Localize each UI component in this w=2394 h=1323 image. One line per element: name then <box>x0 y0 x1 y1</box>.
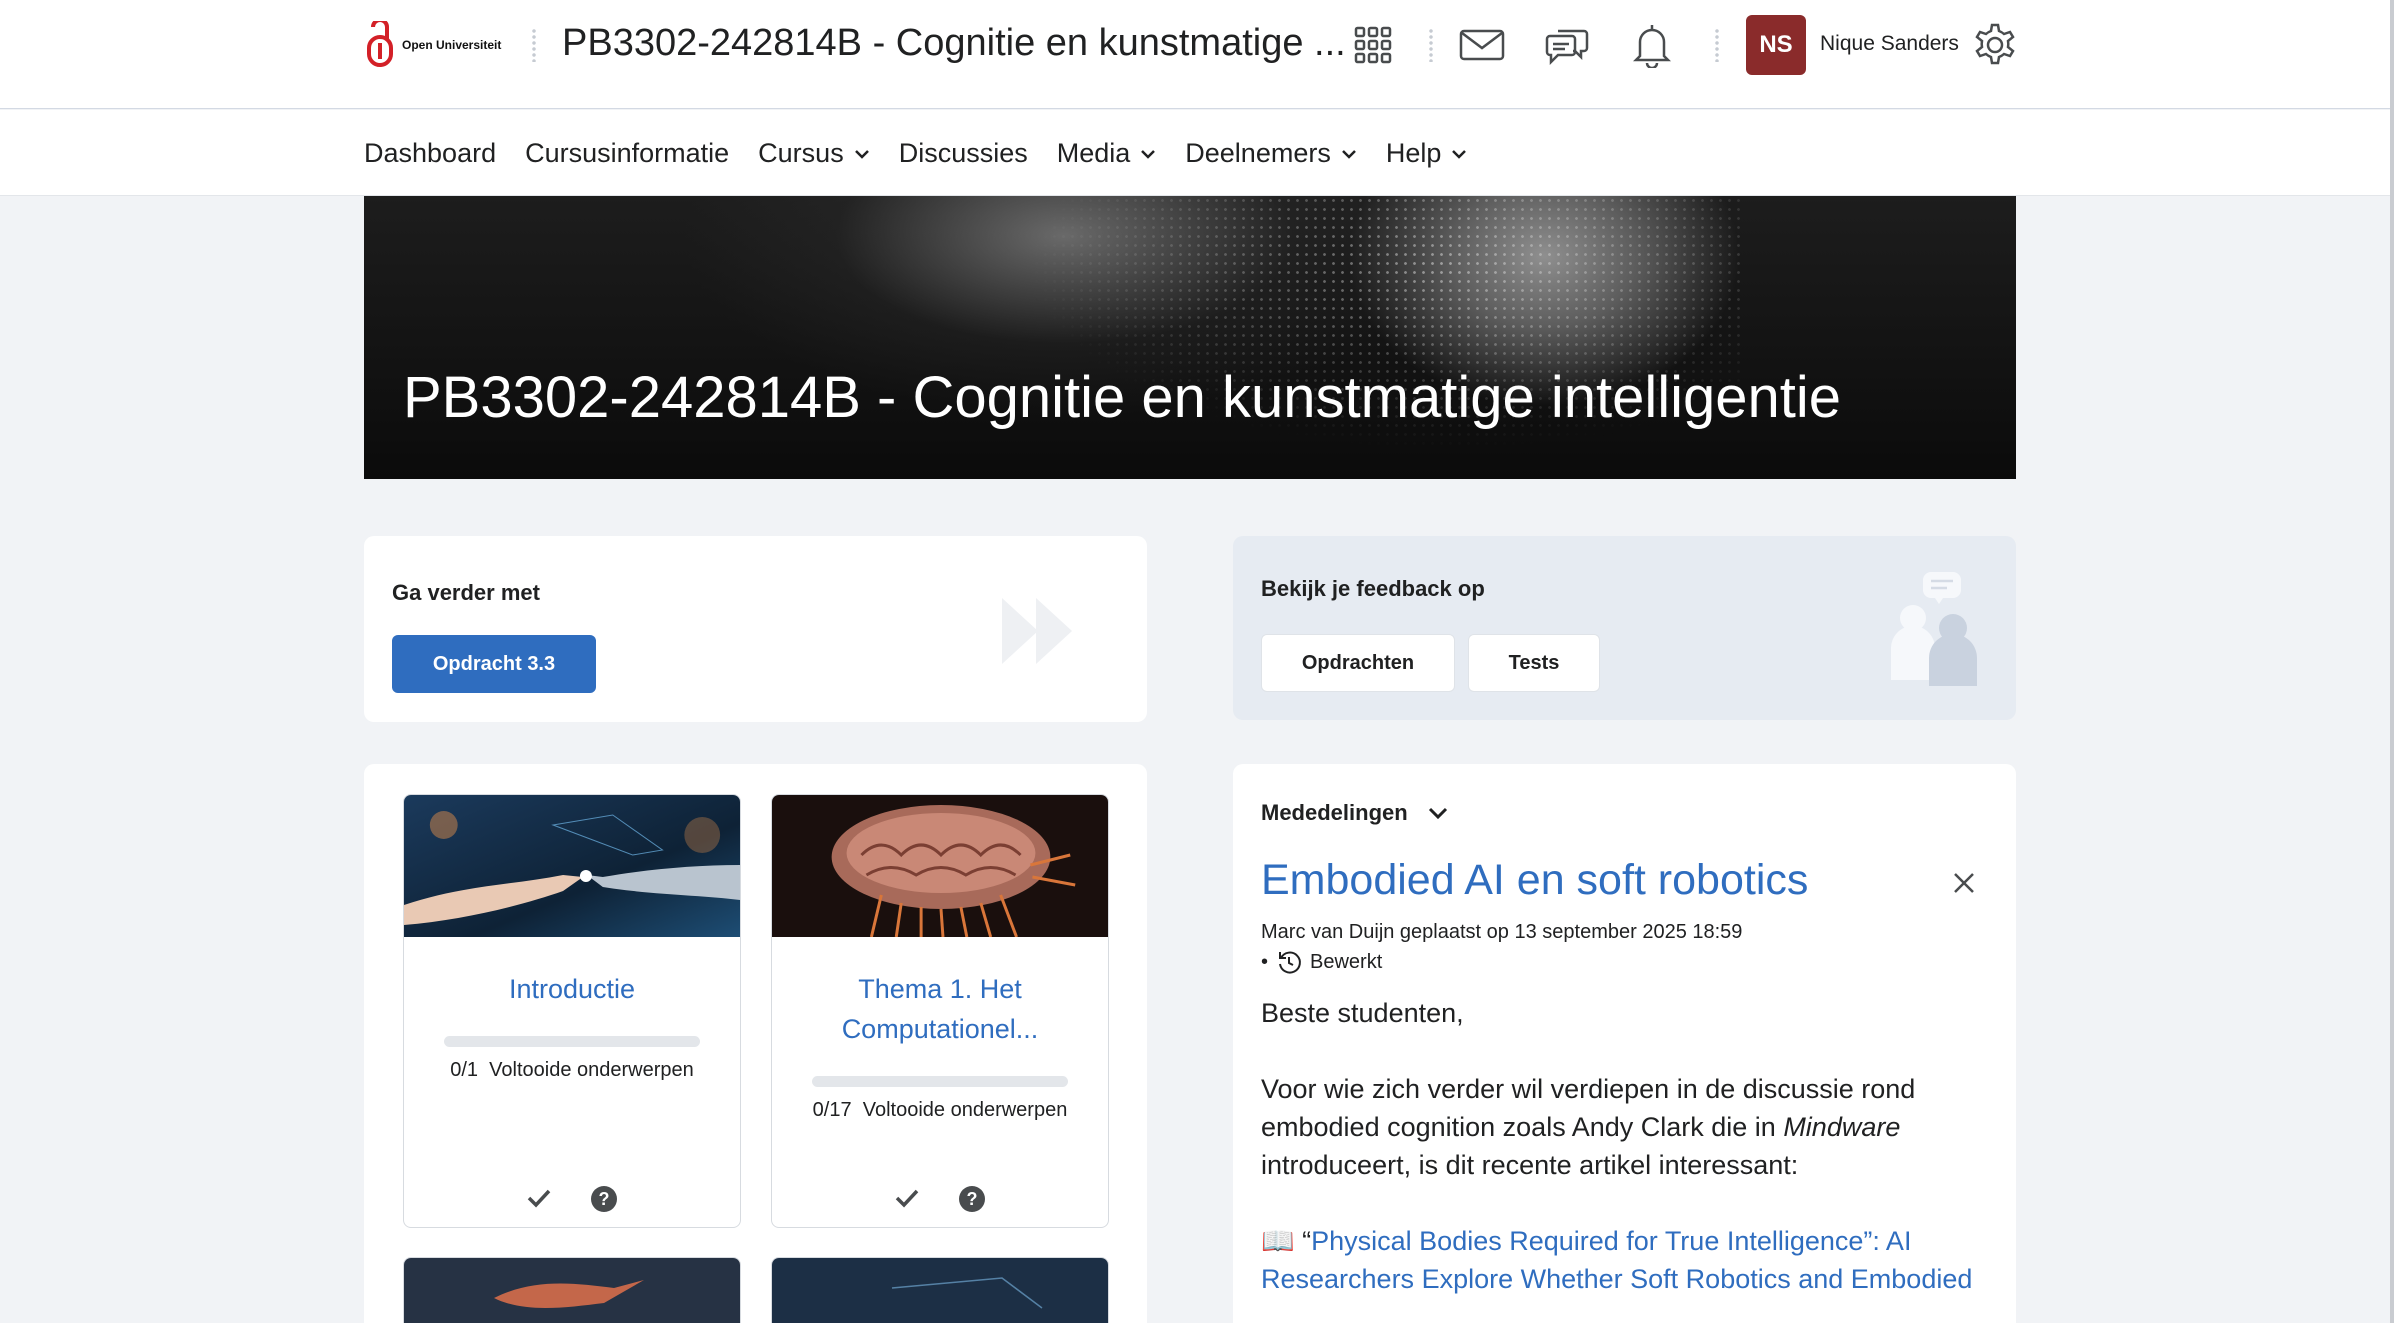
book-emoji-icon: 📖 “ <box>1261 1226 1312 1256</box>
chevron-down-icon <box>1141 149 1156 159</box>
module-actions: ? <box>404 1185 740 1213</box>
course-navbar: Dashboard Cursusinformatie Cursus Discus… <box>0 110 2394 196</box>
divider <box>1429 28 1433 62</box>
top-bar: Open Universiteit PB3302-242814B - Cogni… <box>0 0 2394 109</box>
help-icon[interactable]: ? <box>958 1185 986 1213</box>
nav-list: Dashboard Cursusinformatie Cursus Discus… <box>364 138 1467 169</box>
nav-item-cursus[interactable]: Cursus <box>758 138 870 169</box>
feedback-tests-button[interactable]: Tests <box>1468 634 1600 692</box>
paragraph-text: introduceert, is dit recente artikel int… <box>1261 1150 1799 1180</box>
open-universiteit-logo[interactable]: Open Universiteit <box>364 18 504 70</box>
feedback-widget: Bekijk je feedback op Opdrachten Tests <box>1233 536 2016 720</box>
module-progress-label: Voltooide onderwerpen <box>862 1099 1068 1121</box>
module-title[interactable]: Introductie <box>414 969 730 1009</box>
nav-item-label: Cursus <box>758 138 844 168</box>
module-thumbnail-image <box>404 795 740 937</box>
module-thumbnail-image <box>772 795 1108 938</box>
checkmark-icon[interactable] <box>526 1185 552 1211</box>
announcement-body: Beste studenten, Voor wie zich verder wi… <box>1261 994 1991 1323</box>
nav-item-label: Media <box>1056 138 1131 168</box>
banner-image-texture <box>744 196 1744 479</box>
help-icon[interactable]: ? <box>590 1185 618 1213</box>
announcement-meta: Marc van Duijn geplaatst op 13 september… <box>1261 921 1743 943</box>
module-card-thema-1[interactable]: Thema 1. Het Computationel... 0/17 Volto… <box>771 794 1109 1228</box>
chevron-down-icon <box>854 149 869 159</box>
user-name[interactable]: Nique Sanders <box>1820 32 1959 56</box>
course-title[interactable]: PB3302-242814B - Cognitie en kunstmatige… <box>562 22 1346 65</box>
announcements-widget: Mededelingen Embodied AI en soft robotic… <box>1233 764 2016 1323</box>
continue-heading: Ga verder met <box>392 580 540 605</box>
feedback-heading: Bekijk je feedback op <box>1261 576 1485 601</box>
module-card-partial[interactable] <box>771 1257 1109 1323</box>
feedback-assignments-button[interactable]: Opdrachten <box>1261 634 1455 692</box>
module-card-partial[interactable] <box>403 1257 741 1323</box>
module-progress-count: 0/17 <box>812 1099 852 1121</box>
module-title[interactable]: Thema 1. Het Computationel... <box>782 969 1098 1049</box>
module-card-introductie[interactable]: Introductie 0/1 Voltooide onderwerpen ? <box>403 794 741 1228</box>
module-thumbnail-image <box>404 1258 740 1323</box>
continue-assignment-button[interactable]: Opdracht 3.3 <box>392 635 596 693</box>
divider <box>1715 28 1719 62</box>
module-progress-bar <box>444 1036 700 1047</box>
people-feedback-icon <box>1883 570 1993 691</box>
module-progress-text: 0/1 Voltooide onderwerpen <box>404 1059 740 1082</box>
chevron-down-icon <box>1341 149 1356 159</box>
logo-mark-icon <box>364 18 396 69</box>
continue-widget: Ga verder met Opdracht 3.3 <box>364 536 1147 722</box>
avatar[interactable]: NS <box>1746 15 1806 75</box>
nav-item-deelnemers[interactable]: Deelnemers <box>1185 138 1357 169</box>
article-link[interactable]: Physical Bodies Required for True Intell… <box>1261 1226 1972 1294</box>
banner-title: PB3302-242814B - Cognitie en kunstmatige… <box>403 365 1842 430</box>
announcements-heading: Mededelingen <box>1261 800 1408 825</box>
announcement-title[interactable]: Embodied AI en soft robotics <box>1261 856 1808 905</box>
announcement-paragraph: Voor wie zich verder wil verdiepen in de… <box>1261 1070 1991 1184</box>
mail-icon[interactable] <box>1454 17 1510 73</box>
bullet: • <box>1261 950 1269 973</box>
nav-item-label: Cursusinformatie <box>525 138 730 168</box>
module-thumbnail-image <box>772 1258 1108 1323</box>
module-progress-text: 0/17 Voltooide onderwerpen <box>772 1099 1108 1122</box>
nav-item-media[interactable]: Media <box>1057 138 1157 169</box>
announcement-link-line: 📖 “Physical Bodies Required for True Int… <box>1261 1222 1991 1298</box>
logo-text: Open Universiteit <box>402 38 502 52</box>
module-actions: ? <box>772 1185 1108 1213</box>
nav-item-label: Deelnemers <box>1185 138 1331 168</box>
fast-forward-icon <box>1000 596 1076 671</box>
module-progress-bar <box>812 1076 1068 1087</box>
nav-item-label: Dashboard <box>364 138 497 168</box>
history-icon <box>1279 951 1301 974</box>
nav-item-label: Discussies <box>898 138 1028 168</box>
module-progress-label: Voltooide onderwerpen <box>489 1059 694 1081</box>
nav-item-discussies[interactable]: Discussies <box>899 138 1028 169</box>
page-scrollbar[interactable] <box>2390 0 2394 1323</box>
close-icon[interactable] <box>1949 868 1979 898</box>
svg-text:?: ? <box>599 1189 610 1209</box>
module-progress-count: 0/1 <box>450 1059 479 1081</box>
nav-item-help[interactable]: Help <box>1386 138 1468 169</box>
book-title: Mindware <box>1783 1112 1901 1142</box>
svg-text:?: ? <box>967 1189 978 1209</box>
nav-item-cursusinformatie[interactable]: Cursusinformatie <box>525 138 729 169</box>
course-banner: PB3302-242814B - Cognitie en kunstmatige… <box>364 196 2016 479</box>
course-modules-widget: Introductie 0/1 Voltooide onderwerpen ? … <box>364 764 1147 1323</box>
checkmark-icon[interactable] <box>894 1185 920 1211</box>
bell-icon[interactable] <box>1624 17 1680 73</box>
chat-icon[interactable] <box>1539 17 1595 73</box>
chevron-down-icon[interactable] <box>1428 807 1448 819</box>
chevron-down-icon <box>1452 149 1467 159</box>
announcement-greeting: Beste studenten, <box>1261 998 1464 1028</box>
nav-item-dashboard[interactable]: Dashboard <box>364 138 496 169</box>
gear-icon[interactable] <box>1967 17 2023 73</box>
edited-label: Bewerkt <box>1310 950 1383 973</box>
divider <box>532 28 536 62</box>
nav-item-label: Help <box>1385 138 1442 168</box>
app-grid-icon[interactable] <box>1345 17 1401 73</box>
announcement-edited: • Bewerkt <box>1261 949 1382 975</box>
announcements-header[interactable]: Mededelingen <box>1261 800 1448 826</box>
